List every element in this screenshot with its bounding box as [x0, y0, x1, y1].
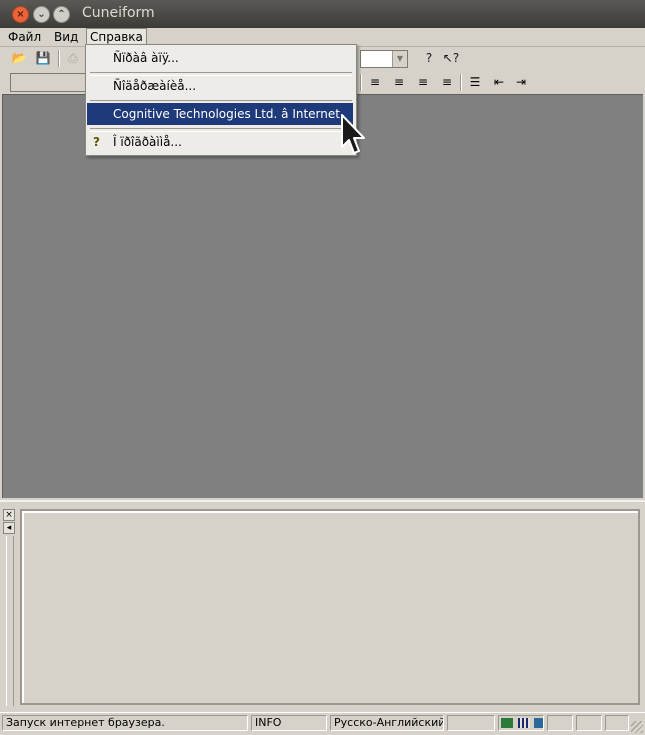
help-icon: ? [93, 135, 100, 149]
dock-icon[interactable]: ◂ [3, 522, 15, 534]
table-icon [517, 718, 530, 728]
status-message: Запуск интернет браузера. [2, 715, 248, 731]
status-icons [498, 715, 544, 731]
menu-item-cognitive-internet[interactable]: Cognitive Technologies Ltd. â Internet [87, 103, 353, 125]
status-mode: INFO [251, 715, 327, 731]
status-pane-empty [447, 715, 495, 731]
status-language: Русско-Английский [330, 715, 444, 731]
columns-icon [534, 718, 543, 728]
list-icon[interactable]: ☰ [466, 73, 484, 91]
menu-item-contents[interactable]: Ñîäåðæàíèå... [87, 75, 353, 97]
indent-icon[interactable]: ⇥ [512, 73, 530, 91]
output-pane[interactable] [20, 509, 640, 705]
window-title: Cuneiform [82, 5, 155, 21]
outdent-icon[interactable]: ⇤ [490, 73, 508, 91]
resize-grip[interactable] [631, 721, 643, 733]
status-pane-empty [576, 715, 602, 731]
menu-file[interactable]: Файл [8, 30, 41, 44]
align-justify-icon[interactable]: ≡ [438, 73, 456, 91]
help-icon[interactable]: ? [420, 49, 438, 67]
open-icon[interactable]: 📂 [10, 49, 28, 67]
toolbar-separator [58, 50, 60, 67]
help-menu-dropdown: Ñïðàâ àïÿ... Ñîäåðæàíèå... Cognitive Tec… [85, 44, 357, 156]
window-close-button[interactable]: × [12, 6, 29, 23]
menu-item-about[interactable]: ? Î ïðîãðàììå... [87, 131, 353, 153]
zoom-combo[interactable]: ▼ [360, 50, 408, 68]
title-bar: × ⌄ ⌃ Cuneiform [0, 0, 645, 28]
align-right-icon[interactable]: ≡ [414, 73, 432, 91]
align-center-icon[interactable]: ≡ [390, 73, 408, 91]
toolbar-separator [460, 74, 462, 91]
align-left-icon[interactable]: ≡ [366, 73, 384, 91]
mouse-pointer-icon [341, 114, 365, 154]
status-pane-empty [547, 715, 573, 731]
menu-item-help-topics[interactable]: Ñïðàâ àïÿ... [87, 47, 353, 69]
print-icon[interactable]: ⎙ [64, 49, 82, 67]
window-maximize-button[interactable]: ⌃ [53, 6, 70, 23]
chevron-down-icon[interactable]: ▼ [392, 51, 407, 67]
context-help-icon[interactable]: ↖? [442, 49, 460, 67]
status-bar: Запуск интернет браузера. INFO Русско-Ан… [0, 712, 645, 735]
window-minimize-button[interactable]: ⌄ [33, 6, 50, 23]
dock-grip[interactable] [6, 536, 14, 706]
toolbar-separator [360, 74, 362, 91]
close-icon[interactable]: × [3, 509, 15, 521]
scan-icon [501, 718, 513, 728]
status-pane-empty [605, 715, 629, 731]
save-icon[interactable]: 💾 [34, 49, 52, 67]
menu-view[interactable]: Вид [54, 30, 78, 44]
